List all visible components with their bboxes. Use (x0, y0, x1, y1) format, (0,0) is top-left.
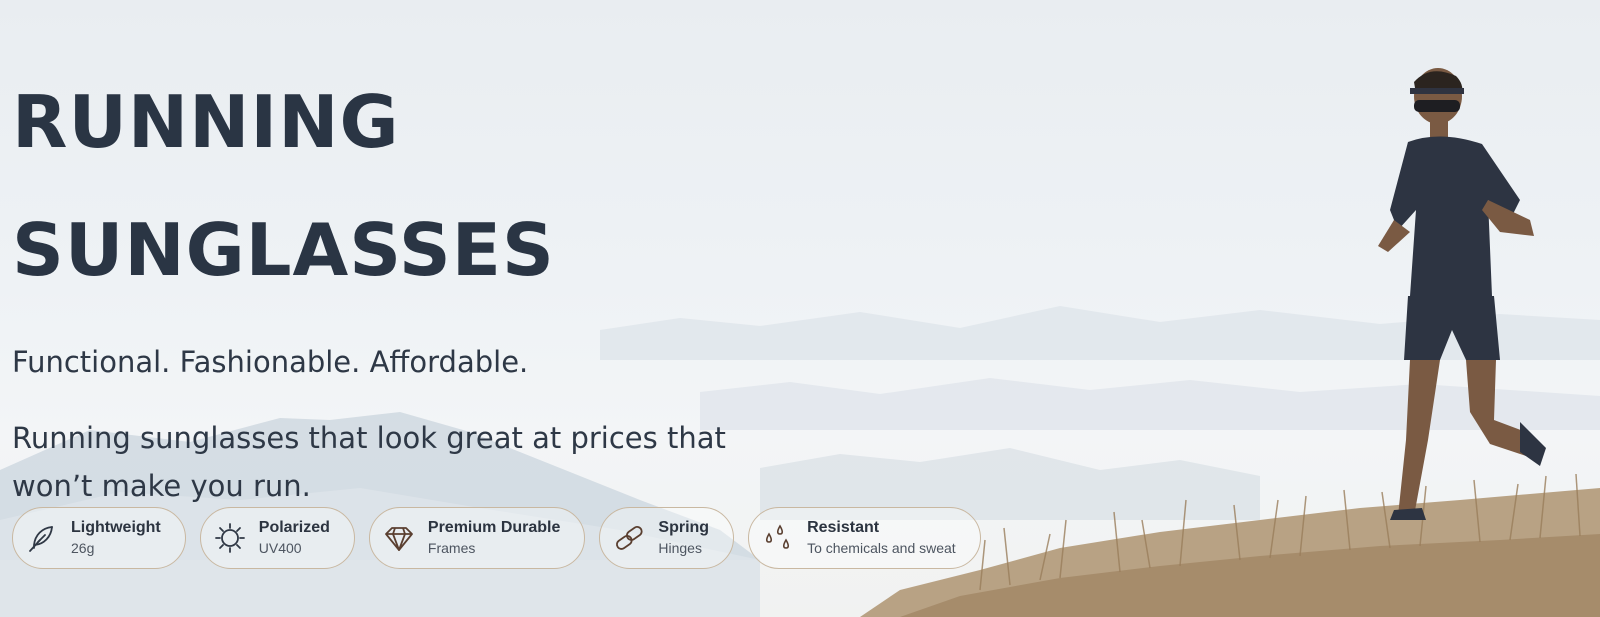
runner-figure (1378, 68, 1546, 520)
feature-label: Premium Durable (427, 519, 561, 536)
title-line-2: SUNGLASSES (12, 208, 555, 292)
tagline: Functional. Fashionable. Affordable. (12, 345, 529, 379)
feature-list: Lightweight 26g Polarized UV400 Premium … (12, 507, 981, 569)
feature-sub: UV400 (258, 540, 302, 556)
feature-sub: 26g (71, 540, 95, 556)
feature-resistant: Resistant To chemicals and sweat (748, 507, 981, 569)
title-line-1: RUNNING (12, 80, 400, 164)
diamond-icon (382, 521, 416, 555)
link-icon (612, 521, 646, 555)
feature-sub: Frames (427, 540, 476, 556)
feature-lightweight: Lightweight 26g (12, 507, 186, 569)
feature-label: Resistant (807, 519, 880, 536)
hero-banner: RUNNING SUNGLASSES Functional. Fashionab… (0, 0, 1600, 617)
feature-label: Lightweight (71, 519, 161, 536)
droplets-icon (761, 521, 795, 555)
feature-label: Spring (658, 519, 710, 536)
feature-polarized: Polarized UV400 (199, 507, 355, 569)
feature-sub: Hinges (658, 540, 702, 556)
hero-copy: RUNNING SUNGLASSES Functional. Fashionab… (12, 58, 812, 510)
feature-spring-hinges: Spring Hinges (599, 507, 735, 569)
feature-premium-durable: Premium Durable Frames (368, 507, 586, 569)
sun-icon (213, 521, 247, 555)
hero-description: Running sunglasses that look great at pr… (12, 421, 726, 503)
feature-sub: To chemicals and sweat (807, 540, 956, 556)
feather-icon (25, 521, 59, 555)
page-title: RUNNING SUNGLASSES (12, 58, 812, 314)
feature-label: Polarized (258, 519, 330, 536)
